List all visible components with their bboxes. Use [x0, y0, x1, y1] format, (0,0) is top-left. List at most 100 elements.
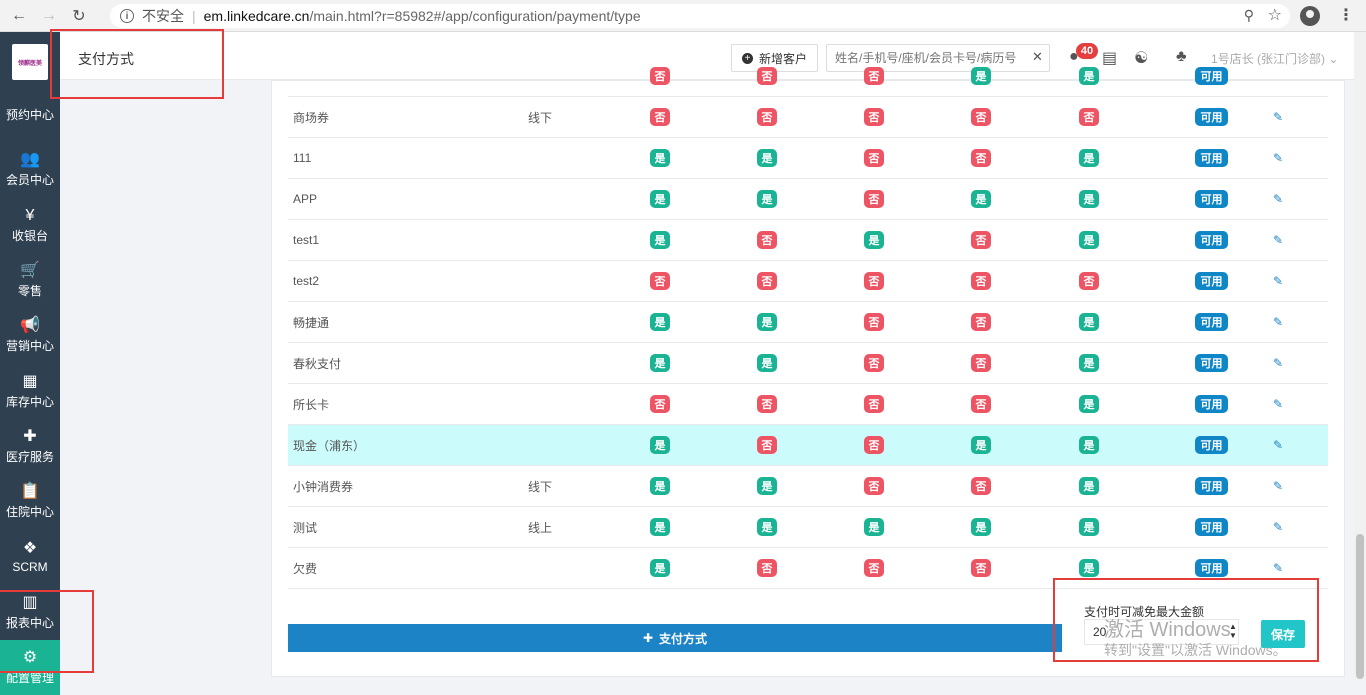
sidebar-item-7[interactable]: ✚ 医疗服务: [0, 419, 60, 474]
security-status: 不安全: [142, 8, 184, 24]
edit-icon[interactable]: ✎: [1273, 438, 1283, 452]
sidebar: 领麒医美 预约中心 👥 会员中心 ¥ 收银台 🛒 零售 📢 营销中心 ▦ 库存中心 ✚ 医疗服务 📋 住院中…: [0, 32, 60, 695]
edit-icon[interactable]: ✎: [1273, 520, 1283, 534]
payment-name: 商场券: [293, 110, 330, 125]
url-path: /main.html?r=85982#/app/configuration/pa…: [309, 8, 641, 24]
flag-badge: 否: [864, 272, 884, 290]
flag-badge: 是: [971, 66, 991, 85]
flag-badge: 是: [650, 436, 670, 454]
clipboard-icon: 📋: [20, 483, 40, 501]
payment-name: 现金（浦东）: [293, 438, 366, 453]
flag-badge: 是: [971, 518, 991, 536]
flag-badge: 否: [1079, 108, 1099, 126]
flag-badge: 是: [650, 231, 670, 249]
back-arrow-icon[interactable]: ←: [8, 5, 30, 27]
flag-badge: 是: [864, 518, 884, 536]
payment-channel: 线下: [528, 110, 553, 125]
status-badge: 可用: [1195, 477, 1228, 495]
payment-name: 111: [293, 151, 312, 165]
sidebar-item-label: 医疗服务: [5, 449, 54, 464]
edit-icon[interactable]: ✎: [1273, 397, 1283, 411]
flag-badge: 是: [650, 190, 670, 208]
flag-badge: 否: [971, 231, 991, 249]
flag-badge: 是: [757, 354, 777, 372]
flag-badge: 否: [864, 395, 884, 413]
edit-icon[interactable]: ✎: [1273, 274, 1283, 288]
flag-badge: 是: [1079, 559, 1099, 577]
cart-icon: 🛒: [20, 261, 40, 279]
status-badge: 可用: [1195, 149, 1228, 167]
flag-badge: 否: [971, 149, 991, 167]
sidebar-item-label: 营销中心: [5, 339, 54, 354]
flag-badge: 是: [1079, 190, 1099, 208]
info-icon[interactable]: i: [120, 9, 134, 23]
cubes-icon: ❖: [22, 539, 38, 557]
status-badge: 可用: [1195, 313, 1228, 331]
edit-icon[interactable]: ✎: [1273, 192, 1283, 206]
add-payment-method-button[interactable]: ✚ 支付方式: [288, 624, 1062, 652]
edit-icon[interactable]: ✎: [1273, 315, 1283, 329]
address-bar[interactable]: i 不安全 | em.linkedcare.cn/main.html?r=859…: [110, 4, 1290, 28]
sidebar-item-9[interactable]: ❖ SCRM: [0, 529, 60, 584]
flag-badge: 否: [971, 559, 991, 577]
forward-arrow-icon[interactable]: →: [38, 5, 60, 27]
reload-icon[interactable]: ↻: [68, 5, 90, 27]
sidebar-item-5[interactable]: 📢 营销中心: [0, 308, 60, 363]
edit-icon[interactable]: ✎: [1273, 110, 1283, 124]
flag-badge: 是: [971, 436, 991, 454]
flag-badge: 否: [864, 108, 884, 126]
table-row: 111 是 是 否 否 是 可用 ✎: [288, 137, 1328, 178]
status-badge: 可用: [1195, 395, 1228, 413]
payment-name: test2: [293, 274, 320, 288]
flag-badge: 否: [757, 108, 777, 126]
flag-badge: 否: [971, 354, 991, 372]
flag-badge: 否: [864, 559, 884, 577]
sidebar-item-3[interactable]: ¥ 收银台: [0, 198, 60, 253]
flag-badge: 否: [971, 272, 991, 290]
browser-menu-icon[interactable]: ⋮: [1338, 5, 1354, 25]
flag-badge: 是: [1079, 66, 1099, 85]
zoom-icon[interactable]: ⚲: [1244, 7, 1254, 24]
flag-badge: 是: [1079, 313, 1099, 331]
flag-badge: 是: [971, 190, 991, 208]
table-row: 畅捷通 是 是 否 否 是 可用 ✎: [288, 301, 1328, 342]
sidebar-item-2[interactable]: 👥 会员中心: [0, 142, 60, 197]
edit-icon[interactable]: ✎: [1273, 233, 1283, 247]
annotation-box-config: [0, 590, 94, 673]
status-badge: 可用: [1195, 108, 1228, 126]
address-separator: |: [192, 8, 196, 24]
url-host: em.linkedcare.cn: [203, 8, 310, 24]
payment-channel: 线上: [528, 520, 553, 535]
flag-badge: 否: [971, 108, 991, 126]
flag-badge: 是: [1079, 518, 1099, 536]
status-badge: 可用: [1195, 518, 1228, 536]
sidebar-item-label: 预约中心: [5, 108, 54, 122]
payment-channel: 线下: [528, 479, 553, 494]
flag-badge: 否: [757, 559, 777, 577]
bookmark-star-icon[interactable]: ☆: [1268, 5, 1282, 25]
sidebar-item-6[interactable]: ▦ 库存中心: [0, 364, 60, 419]
flag-badge: 否: [1079, 272, 1099, 290]
flag-badge: 是: [650, 354, 670, 372]
table-row: APP 是 是 否 是 是 可用 ✎: [288, 178, 1328, 219]
edit-icon[interactable]: ✎: [1273, 561, 1283, 575]
sidebar-item-4[interactable]: 🛒 零售: [0, 253, 60, 308]
scroll-thumb[interactable]: [1356, 534, 1364, 679]
annotation-box-save: [1053, 578, 1319, 662]
payment-name: 春秋支付: [293, 356, 342, 371]
edit-icon[interactable]: ✎: [1273, 356, 1283, 370]
flag-badge: 是: [1079, 231, 1099, 249]
sidebar-item-8[interactable]: 📋 住院中心: [0, 474, 60, 529]
payment-name: 畅捷通: [293, 315, 330, 330]
flag-badge: 否: [971, 313, 991, 331]
page-scrollbar[interactable]: [1354, 32, 1366, 680]
flag-badge: 是: [1079, 395, 1099, 413]
account-icon[interactable]: [1300, 6, 1320, 26]
flag-badge: 否: [650, 108, 670, 126]
flag-badge: 是: [757, 313, 777, 331]
sidebar-item-label: 住院中心: [5, 505, 54, 520]
payment-name: 所长卡: [293, 397, 330, 412]
edit-icon[interactable]: ✎: [1273, 151, 1283, 165]
edit-icon[interactable]: ✎: [1273, 479, 1283, 493]
logo[interactable]: 领麒医美: [12, 44, 48, 80]
